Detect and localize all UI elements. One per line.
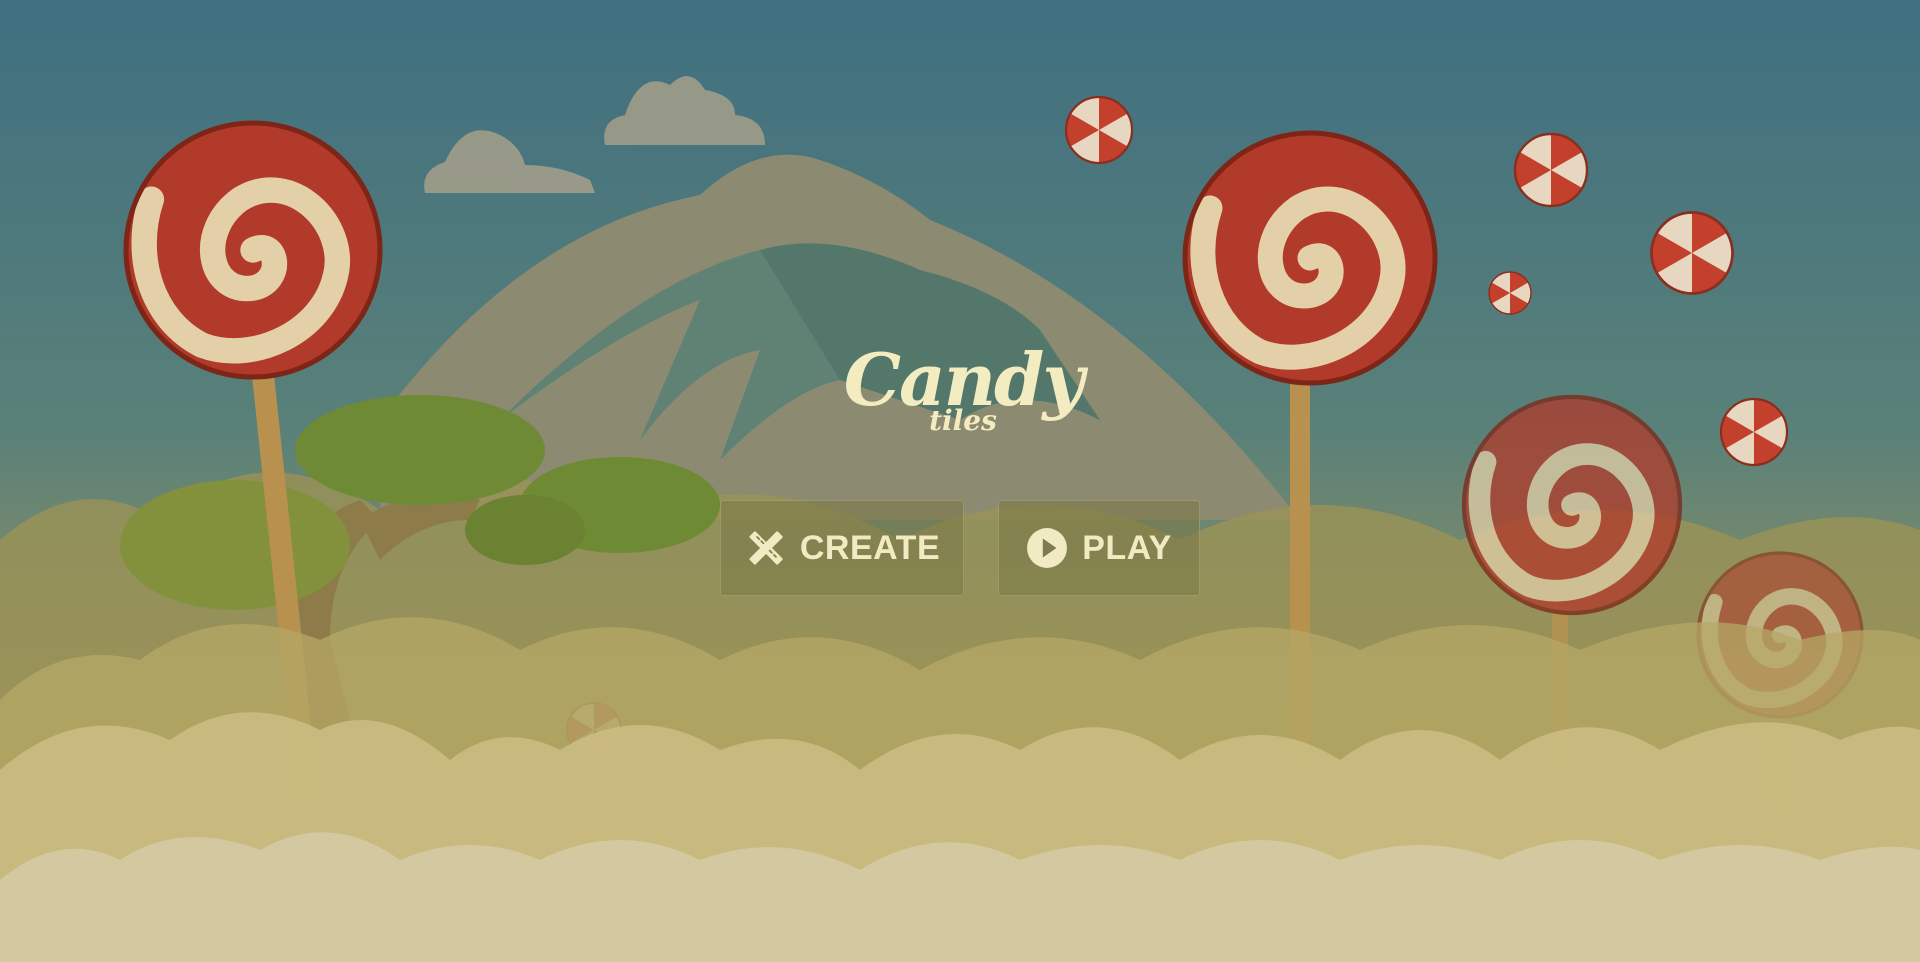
play-button-label: PLAY: [1082, 528, 1172, 567]
create-button-label: CREATE: [799, 528, 941, 567]
play-circle-icon: [1027, 528, 1068, 568]
create-button[interactable]: CREATE: [720, 500, 964, 596]
background-scene: [0, 0, 1920, 962]
pencil-ruler-icon: [749, 531, 783, 565]
play-button[interactable]: PLAY: [998, 500, 1200, 596]
cloud-layer-3: [0, 832, 1920, 962]
game-logo: Candy tiles: [838, 340, 1088, 460]
